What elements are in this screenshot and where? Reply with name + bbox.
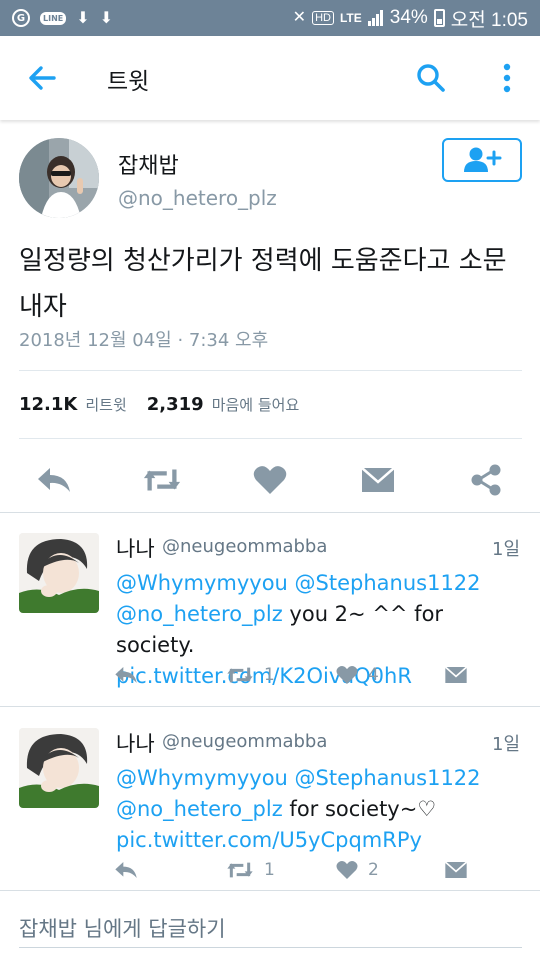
reply-tweet[interactable]: 나나 @neugeommabba 1일 @Whymymyyou @Stephan…	[0, 708, 540, 898]
envelope-icon	[444, 666, 468, 683]
user-handle[interactable]: @no_hetero_plz	[118, 186, 277, 210]
message-button[interactable]	[444, 856, 468, 884]
heart-icon	[253, 466, 287, 494]
retweet-button[interactable]	[142, 460, 182, 500]
reply-handle[interactable]: @neugeommabba	[162, 536, 327, 557]
retweet-count: 1	[264, 665, 275, 685]
reply-button[interactable]	[114, 856, 138, 884]
avatar[interactable]	[19, 138, 99, 218]
like-button[interactable]: 4	[336, 661, 379, 689]
reply-tweet[interactable]: 나나 @neugeommabba 1일 @Whymymyyou @Stephan…	[0, 513, 540, 703]
status-left-icons: G LINE ⬇ ⬇	[12, 9, 113, 27]
back-button[interactable]	[26, 62, 58, 94]
line-app-icon: LINE	[40, 11, 67, 25]
arrow-back-icon	[29, 66, 56, 90]
reply-body: for society~♡	[282, 797, 437, 821]
reply-icon	[115, 862, 137, 878]
battery-icon	[433, 9, 445, 27]
reply-body-line: @no_hetero_plz for society~♡	[116, 794, 526, 825]
battery-percent: 34%	[389, 7, 428, 28]
retweet-button[interactable]: 1	[226, 661, 275, 689]
notification-icon: G	[12, 9, 30, 27]
page-title: 트윗	[107, 69, 150, 95]
heart-icon	[336, 860, 358, 880]
like-button[interactable]: 2	[336, 856, 379, 884]
reply-actions: 1 2	[110, 856, 530, 886]
retweet-icon	[227, 667, 253, 683]
download-icon: ⬇	[99, 8, 114, 27]
search-button[interactable]	[414, 61, 448, 95]
retweet-icon	[227, 862, 253, 878]
more-vertical-icon	[503, 63, 511, 93]
envelope-icon	[361, 467, 395, 492]
avatar-image	[19, 533, 99, 613]
download-icon: ⬇	[76, 8, 90, 27]
add-user-icon	[464, 147, 502, 172]
divider	[19, 438, 522, 439]
retweet-label[interactable]: 리트윗	[85, 394, 126, 415]
reply-button[interactable]	[114, 661, 138, 689]
more-options-button[interactable]	[494, 61, 520, 95]
message-button[interactable]	[444, 661, 468, 689]
reply-input[interactable]: 잡채밥 님에게 답글하기	[19, 913, 226, 943]
like-count: 2	[368, 860, 379, 880]
reply-actions: 1 4	[110, 661, 530, 691]
mention-link[interactable]: @no_hetero_plz	[116, 602, 283, 626]
retweet-icon	[143, 469, 181, 491]
message-button[interactable]	[358, 460, 398, 500]
tweet-stats: 12.1K 리트윗 2,319 마음에 들어요	[19, 394, 311, 415]
status-bar: G LINE ⬇ ⬇ ✕ HD LTE 34% 오전 1:05	[0, 0, 540, 36]
heart-icon	[336, 665, 358, 685]
tweet-text: 일정량의 청산가리가 정력에 도움준다고 소문내자	[19, 246, 507, 322]
lte-icon: LTE	[339, 11, 362, 25]
reply-handle[interactable]: @neugeommabba	[162, 731, 327, 752]
status-right-icons: ✕ HD LTE 34% 오전 1:05	[293, 5, 528, 32]
reply-text: @Whymymyyou @Stephanus1122 @no_hetero_pl…	[116, 763, 526, 856]
reply-mentions[interactable]: @Whymymyyou @Stephanus1122	[116, 568, 526, 599]
tweet-actions	[0, 450, 540, 510]
like-count: 4	[368, 665, 379, 685]
reply-name[interactable]: 나나	[116, 728, 155, 758]
app-bar: 트윗	[0, 36, 540, 120]
avatar[interactable]	[19, 533, 99, 613]
retweet-count: 1	[264, 860, 275, 880]
reply-button[interactable]	[34, 460, 74, 500]
media-link[interactable]: pic.twitter.com/U5yCpqmRPy	[116, 825, 526, 856]
reply-time: 1일	[492, 539, 521, 560]
like-label[interactable]: 마음에 들어요	[212, 394, 300, 415]
share-button[interactable]	[466, 460, 506, 500]
avatar-image	[19, 138, 99, 218]
input-underline	[19, 947, 522, 948]
signal-icon	[367, 10, 383, 26]
avatar-image	[19, 728, 99, 808]
mute-icon: ✕	[292, 9, 307, 26]
reply-composer: 잡채밥 님에게 답글하기	[0, 890, 540, 960]
avatar[interactable]	[19, 728, 99, 808]
hd-icon: HD	[312, 11, 334, 25]
reply-icon	[38, 468, 70, 492]
follow-button[interactable]	[442, 138, 522, 182]
tweet-timestamp: 2018년 12월 04일 · 7:34 오후	[19, 330, 269, 351]
clock: 오전 1:05	[450, 9, 528, 31]
user-name[interactable]: 잡채밥	[118, 148, 179, 180]
retweet-button[interactable]: 1	[226, 856, 275, 884]
like-button[interactable]	[250, 460, 290, 500]
reply-icon	[115, 667, 137, 683]
like-count[interactable]: 2,319	[147, 394, 204, 415]
reply-time: 1일	[492, 734, 521, 755]
reply-body-line: @no_hetero_plz you 2~ ^^ for society.	[116, 599, 526, 661]
envelope-icon	[444, 861, 468, 878]
reply-mentions[interactable]: @Whymymyyou @Stephanus1122	[116, 763, 526, 794]
retweet-count[interactable]: 12.1K	[19, 394, 77, 415]
reply-name[interactable]: 나나	[116, 533, 155, 563]
mention-link[interactable]: @no_hetero_plz	[116, 797, 283, 821]
divider	[19, 370, 522, 371]
search-icon	[417, 64, 445, 92]
section-divider	[0, 706, 540, 707]
share-icon	[471, 464, 501, 496]
